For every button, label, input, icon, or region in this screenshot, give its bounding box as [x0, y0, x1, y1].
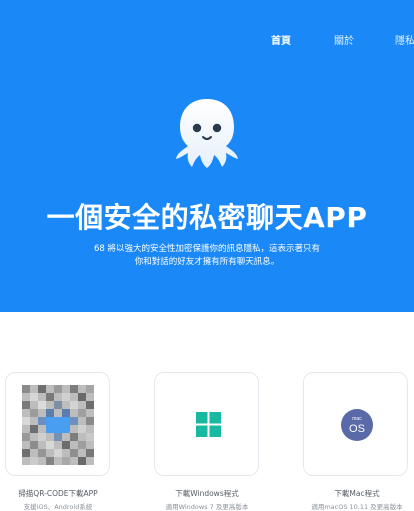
nav-privacy[interactable]: 隱私 [395, 32, 414, 47]
windows-download-label[interactable]: 下載Windows程式 [147, 488, 267, 499]
hero-description-line2: 你和對話的好友才擁有所有聊天訊息。 [134, 257, 280, 267]
octopus-logo-icon [176, 99, 238, 168]
svg-text:OS: OS [349, 423, 365, 435]
macos-icon: mac OS [341, 409, 373, 441]
qr-download-sub: 支援iOS、Android系統 [23, 503, 93, 511]
qr-download-label: 掃描QR-CODE下載APP [18, 489, 98, 498]
windows-icon [196, 412, 221, 437]
hero-title: 一個安全的私密聊天APP [46, 201, 368, 234]
windows-download-card[interactable] [154, 372, 259, 476]
windows-download-sub: 適用Windows 7 及更高版本 [165, 503, 249, 511]
mac-download-sub: 適用macOS 10.11 及更高版本 [311, 503, 403, 511]
mac-download-card[interactable]: mac OS [303, 372, 408, 476]
top-nav: 首頁 關於 隱私 [0, 32, 414, 47]
mac-download-label[interactable]: 下載Mac程式 [297, 488, 414, 499]
svg-text:mac: mac [352, 416, 362, 422]
hero-description-line1: 68 將以強大的安全性加密保護你的訊息隱私，這表示著只有 [93, 244, 321, 254]
hero-description: 68 將以強大的安全性加密保護你的訊息隱私，這表示著只有 你和對話的好友才擁有所… [0, 243, 414, 269]
nav-home[interactable]: 首頁 [271, 32, 291, 47]
nav-about[interactable]: 關於 [334, 32, 354, 47]
qr-code-icon [22, 385, 94, 465]
hero-banner: 首頁 關於 隱私 一個安全的私密聊天APP 68 將以強大的安全性加密保護你的訊… [0, 0, 414, 312]
qr-download-card[interactable] [5, 372, 110, 476]
